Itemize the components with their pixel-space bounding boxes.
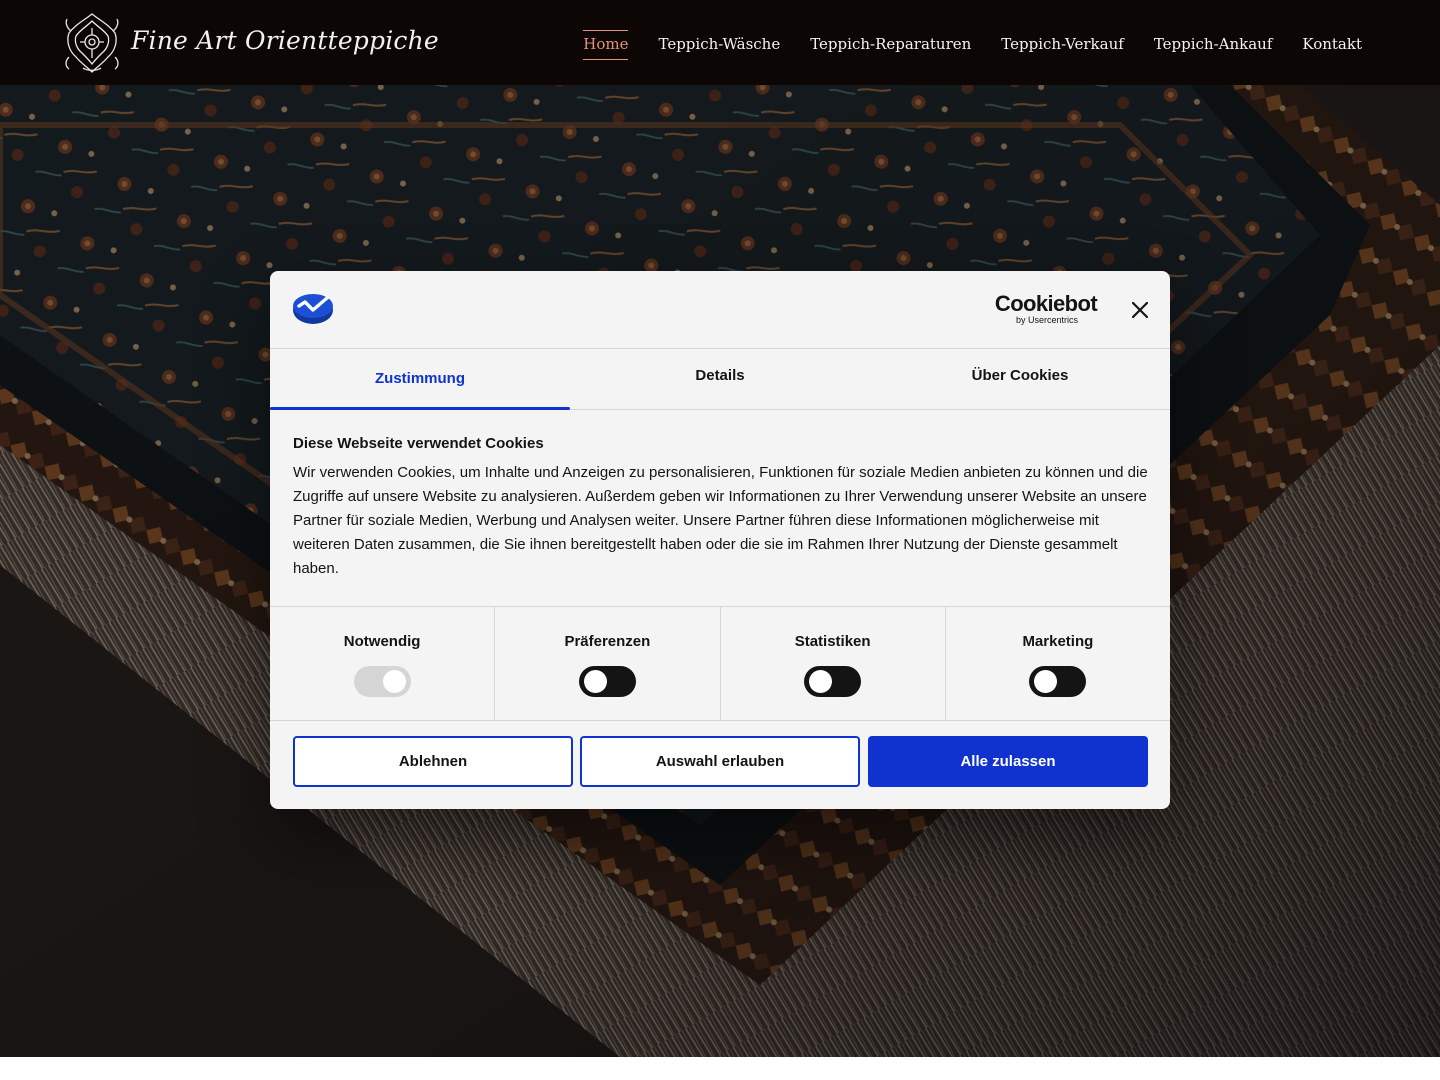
nav-teppich-ankauf[interactable]: Teppich-Ankauf [1154, 30, 1273, 58]
nav-teppich-verkauf[interactable]: Teppich-Verkauf [1001, 30, 1124, 58]
toggle-cell-notwendig: Notwendig [270, 607, 496, 720]
main-nav: Home Teppich-Wäsche Teppich-Reparaturen … [553, 30, 1362, 60]
nav-teppich-reparaturen[interactable]: Teppich-Reparaturen [810, 30, 971, 58]
toggle-marketing[interactable] [1029, 666, 1087, 697]
reject-button[interactable]: Ablehnen [293, 736, 573, 787]
toggle-cell-praeferenzen: Präferenzen [495, 607, 721, 720]
toggle-praeferenzen[interactable] [578, 666, 636, 697]
nav-kontakt[interactable]: Kontakt [1302, 30, 1362, 58]
toggle-label-praeferenzen: Präferenzen [564, 633, 651, 650]
dialog-header: Cookiebot by Usercentrics [270, 271, 1170, 349]
toggle-knob [809, 670, 833, 693]
tab-ueber-cookies[interactable]: Über Cookies [870, 349, 1170, 409]
cookiebot-wordmark: Cookiebot [994, 291, 1098, 316]
toggle-statistiken[interactable] [804, 666, 862, 697]
cookie-consent-dialog: Cookiebot by Usercentrics Zustimmung Det… [270, 271, 1170, 809]
nav-teppich-waesche[interactable]: Teppich-Wäsche [658, 30, 780, 58]
toggle-notwendig [353, 666, 411, 697]
toggle-knob [583, 670, 607, 693]
site-logo[interactable]: Fine Art Orientteppiche [63, 10, 439, 76]
ornament-emblem-icon [65, 13, 119, 73]
toggle-label-statistiken: Statistiken [794, 633, 871, 650]
dialog-description: Wir verwenden Cookies, um Inhalte und An… [293, 464, 1148, 577]
toggle-knob [382, 670, 406, 693]
toggle-cell-marketing: Marketing [946, 607, 1170, 720]
dialog-tabs: Zustimmung Details Über Cookies [270, 349, 1170, 410]
cookie-consent-logo-icon [293, 294, 333, 324]
allow-selection-button[interactable]: Auswahl erlauben [580, 736, 860, 787]
site-header: Fine Art Orientteppiche Home Teppich-Wäs… [0, 0, 1440, 85]
allow-all-button[interactable]: Alle zulassen [868, 736, 1148, 787]
dialog-body: Diese Webseite verwendet Cookies Wir ver… [270, 410, 1170, 606]
toggle-label-notwendig: Notwendig [343, 633, 421, 650]
dialog-title: Diese Webseite verwendet Cookies [293, 435, 544, 452]
toggle-knob [1034, 670, 1058, 693]
toggle-cell-statistiken: Statistiken [721, 607, 946, 720]
toggle-label-marketing: Marketing [1022, 633, 1094, 650]
dialog-buttons: Ablehnen Auswahl erlauben Alle zulassen [270, 721, 1170, 787]
logo-text: Fine Art Orientteppiche [131, 25, 439, 55]
close-button[interactable] [1128, 298, 1152, 322]
consent-toggles: Notwendig Präferenzen Statistiken Market… [270, 606, 1170, 721]
tab-zustimmung[interactable]: Zustimmung [270, 349, 570, 410]
nav-home[interactable]: Home [583, 30, 629, 60]
close-icon [1132, 302, 1148, 318]
cookiebot-subline: by Usercentrics [1016, 315, 1079, 325]
cookiebot-logo[interactable]: Cookiebot by Usercentrics [994, 291, 1098, 326]
tab-details[interactable]: Details [570, 349, 870, 409]
